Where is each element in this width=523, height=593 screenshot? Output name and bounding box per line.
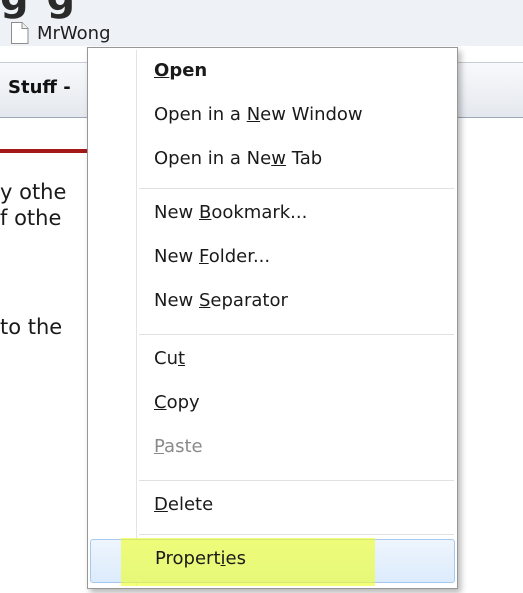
menu-item-new-bookmark[interactable]: New Bookmark... (90, 194, 455, 238)
menu-item-open[interactable]: Open (90, 52, 455, 96)
menu-separator (139, 188, 454, 190)
menu-item-label: Delete (154, 494, 214, 515)
page-icon (10, 22, 29, 44)
bookmark-item-mrwong[interactable]: MrWong (10, 20, 111, 46)
menu-item-copy[interactable]: Copy (90, 384, 455, 428)
body-text-line: y othe (0, 180, 67, 204)
tab-title[interactable]: Stuff - (8, 77, 71, 98)
menu-item-label: Paste (154, 436, 203, 457)
menu-item-label: Cut (154, 348, 186, 369)
menu-item-label: Open in a New Window (154, 104, 363, 125)
menu-separator (139, 534, 454, 536)
menu-item-delete[interactable]: Delete (90, 486, 455, 530)
page-header-strip: g g MrWong (0, 0, 523, 46)
menu-item-properties[interactable]: Properties (90, 538, 455, 586)
menu-item-label: Copy (154, 392, 200, 413)
menu-separator (139, 480, 454, 482)
menu-separator (139, 334, 454, 336)
menu-item-label: New Bookmark... (154, 202, 308, 223)
page-heading-fragment: g g (0, 0, 523, 20)
menu-item-label: New Folder... (154, 246, 271, 267)
menu-item-open-new-window[interactable]: Open in a New Window (90, 96, 455, 140)
bookmark-context-menu: Open Open in a New Window Open in a New … (87, 47, 458, 589)
menu-item-new-separator[interactable]: New Separator (90, 282, 455, 326)
menu-item-open-new-tab[interactable]: Open in a New Tab (90, 140, 455, 184)
menu-item-new-folder[interactable]: New Folder... (90, 238, 455, 282)
menu-item-label: New Separator (154, 290, 288, 311)
menu-item-label: Open (154, 60, 208, 81)
body-text-line: f othe (0, 206, 62, 230)
menu-item-label: Properties (155, 548, 246, 569)
menu-item-cut[interactable]: Cut (90, 340, 455, 384)
body-text-line: to the (0, 315, 63, 339)
menu-item-label: Open in a New Tab (154, 148, 323, 169)
bookmark-label: MrWong (37, 22, 111, 44)
menu-item-paste: Paste (90, 428, 455, 472)
